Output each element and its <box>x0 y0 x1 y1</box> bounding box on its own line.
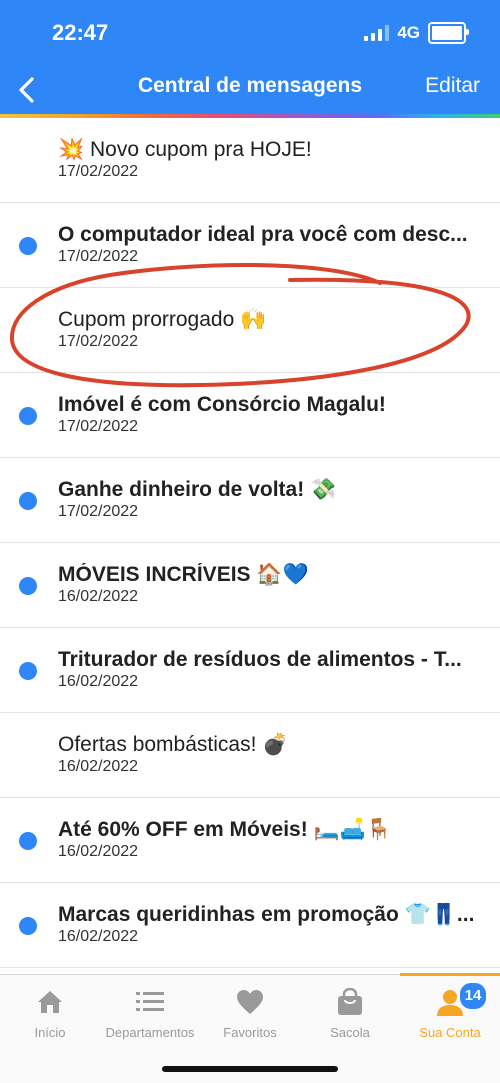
home-indicator[interactable] <box>162 1066 338 1072</box>
list-icon <box>136 992 164 1011</box>
tab-label: Sua Conta <box>419 1025 481 1040</box>
message-row[interactable]: O computador ideal pra você com desc... 1… <box>0 203 500 288</box>
message-title: 💥 Novo cupom pra HOJE! <box>58 138 312 161</box>
unread-dot <box>19 662 37 680</box>
message-date: 17/02/2022 <box>58 163 139 180</box>
tab-label: Favoritos <box>223 1025 277 1040</box>
bag-icon <box>338 988 362 1015</box>
message-row[interactable]: Ofertas bombásticas! 💣 16/02/2022 <box>0 713 500 798</box>
tab-departamentos[interactable]: Departamentos <box>100 987 200 1040</box>
network-label: 4G <box>397 23 420 42</box>
heart-icon <box>237 990 263 1014</box>
edit-button[interactable]: Editar <box>425 74 480 98</box>
app-header: 22:47 4G Central de mensagens Editar <box>0 0 500 114</box>
tab-sua-conta[interactable]: 14 Sua Conta <box>400 981 500 1040</box>
message-list: 💥 Novo cupom pra HOJE! 17/02/2022 O comput… <box>0 118 500 968</box>
message-title: O computador ideal pra você com desc... <box>58 223 468 246</box>
tab-favoritos[interactable]: Favoritos <box>200 987 300 1040</box>
notification-badge: 14 <box>458 981 488 1011</box>
unread-dot <box>19 237 37 255</box>
message-row[interactable]: Triturador de resíduos de alimentos - T.… <box>0 628 500 713</box>
message-row[interactable]: Cupom prorrogado 🙌 17/02/2022 <box>0 288 500 373</box>
message-row[interactable]: Imóvel é com Consórcio Magalu! 17/02/2022 <box>0 373 500 458</box>
message-date: 17/02/2022 <box>58 503 139 520</box>
message-row[interactable]: Ganhe dinheiro de volta! 💸 17/02/2022 <box>0 458 500 543</box>
tab-label: Sacola <box>330 1025 370 1040</box>
message-title: Marcas queridinhas em promoção 👕👖... <box>58 903 475 926</box>
unread-dot <box>19 832 37 850</box>
home-icon <box>38 991 62 1013</box>
unread-dot <box>19 492 37 510</box>
message-date: 16/02/2022 <box>58 843 139 860</box>
message-date: 16/02/2022 <box>58 928 139 945</box>
active-tab-indicator <box>400 973 500 976</box>
message-title: MÓVEIS INCRÍVEIS 🏠💙 <box>58 563 309 586</box>
unread-dot <box>19 917 37 935</box>
message-title: Triturador de resíduos de alimentos - T.… <box>58 648 462 671</box>
message-title: Ganhe dinheiro de volta! 💸 <box>58 478 337 501</box>
message-title: Até 60% OFF em Móveis! 🛏️🛋️🪑 <box>58 818 393 841</box>
status-time: 22:47 <box>52 20 109 45</box>
tab-label: Departamentos <box>105 1025 195 1040</box>
message-date: 17/02/2022 <box>58 248 139 265</box>
message-title: Ofertas bombásticas! 💣 <box>58 733 289 756</box>
tab-sacola[interactable]: Sacola <box>300 987 400 1040</box>
message-date: 16/02/2022 <box>58 588 139 605</box>
message-date: 16/02/2022 <box>58 758 139 775</box>
tab-inicio[interactable]: Início <box>0 987 100 1040</box>
status-indicators: 4G <box>364 22 469 44</box>
battery-icon <box>428 22 469 44</box>
message-row[interactable]: Até 60% OFF em Móveis! 🛏️🛋️🪑 16/02/2022 <box>0 798 500 883</box>
message-date: 17/02/2022 <box>58 333 139 350</box>
message-date: 16/02/2022 <box>58 673 139 690</box>
message-row[interactable]: Marcas queridinhas em promoção 👕👖... 16/0… <box>0 883 500 968</box>
message-date: 17/02/2022 <box>58 418 139 435</box>
signal-icon <box>364 25 390 41</box>
message-title: Cupom prorrogado 🙌 <box>58 308 267 331</box>
message-row[interactable]: MÓVEIS INCRÍVEIS 🏠💙 16/02/2022 <box>0 543 500 628</box>
unread-dot <box>19 407 37 425</box>
message-row[interactable]: 💥 Novo cupom pra HOJE! 17/02/2022 <box>0 118 500 203</box>
message-title: Imóvel é com Consórcio Magalu! <box>58 393 386 416</box>
unread-dot <box>19 577 37 595</box>
tab-label: Início <box>34 1025 66 1040</box>
